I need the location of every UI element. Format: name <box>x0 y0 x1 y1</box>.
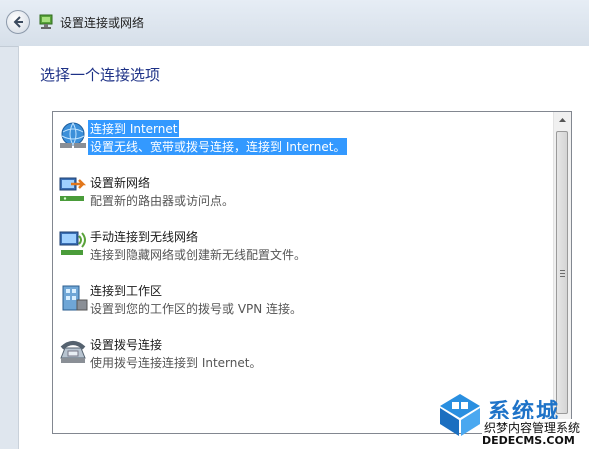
option-title: 设置拨号连接 <box>90 338 163 352</box>
option-manual-wireless[interactable]: 手动连接到无线网络 连接到隐藏网络或创建新无线配置文件。 <box>53 220 553 268</box>
option-title: 连接到工作区 <box>90 284 163 298</box>
watermark: 系统城 织梦内容管理系统 DEDECMS.COM <box>430 392 589 449</box>
network-setup-icon <box>39 14 53 29</box>
page-heading: 选择一个连接选项 <box>40 66 161 84</box>
connection-options-list[interactable]: 连接到 Internet 设置无线、宽带或拨号连接，连接到 Internet。 … <box>52 111 572 434</box>
option-title: 设置新网络 <box>90 176 151 190</box>
watermark-line2: DEDECMS.COM <box>482 434 575 447</box>
arrow-up-icon <box>559 118 566 122</box>
back-button[interactable] <box>6 10 30 34</box>
scroll-thumb[interactable] <box>556 131 568 414</box>
workplace-icon <box>62 285 88 311</box>
scroll-grip-icon <box>560 270 565 279</box>
title-bar: 设置连接或网络 <box>0 0 589 47</box>
window-title: 设置连接或网络 <box>60 16 145 30</box>
option-description: 配置新的路由器或访问点。 <box>90 194 235 208</box>
option-title: 连接到 Internet <box>88 120 180 137</box>
arrow-left-icon <box>13 16 23 28</box>
wireless-network-icon <box>59 231 86 255</box>
watermark-logo-icon <box>440 394 480 436</box>
option-new-network[interactable]: 设置新网络 配置新的路由器或访问点。 <box>53 166 553 214</box>
new-network-icon <box>59 177 87 201</box>
dial-up-phone-icon <box>60 341 86 363</box>
option-description: 设置到您的工作区的拨号或 VPN 连接。 <box>90 302 303 316</box>
scroll-up-button[interactable] <box>554 112 571 129</box>
option-title: 手动连接到无线网络 <box>90 230 199 244</box>
option-workplace[interactable]: 连接到工作区 设置到您的工作区的拨号或 VPN 连接。 <box>53 274 553 322</box>
content-pane: 选择一个连接选项 连接到 Internet 设置无线、宽带或拨号连接，连接到 I… <box>18 46 589 449</box>
vertical-scrollbar[interactable] <box>553 112 571 433</box>
option-description: 设置无线、宽带或拨号连接，连接到 Internet。 <box>88 138 348 155</box>
globe-network-icon <box>60 122 86 148</box>
option-description: 连接到隐藏网络或创建新无线配置文件。 <box>90 248 307 262</box>
option-dial-up[interactable]: 设置拨号连接 使用拨号连接连接到 Internet。 <box>53 328 553 376</box>
option-description: 使用拨号连接连接到 Internet。 <box>90 356 262 370</box>
option-connect-internet[interactable]: 连接到 Internet 设置无线、宽带或拨号连接，连接到 Internet。 <box>53 112 553 160</box>
